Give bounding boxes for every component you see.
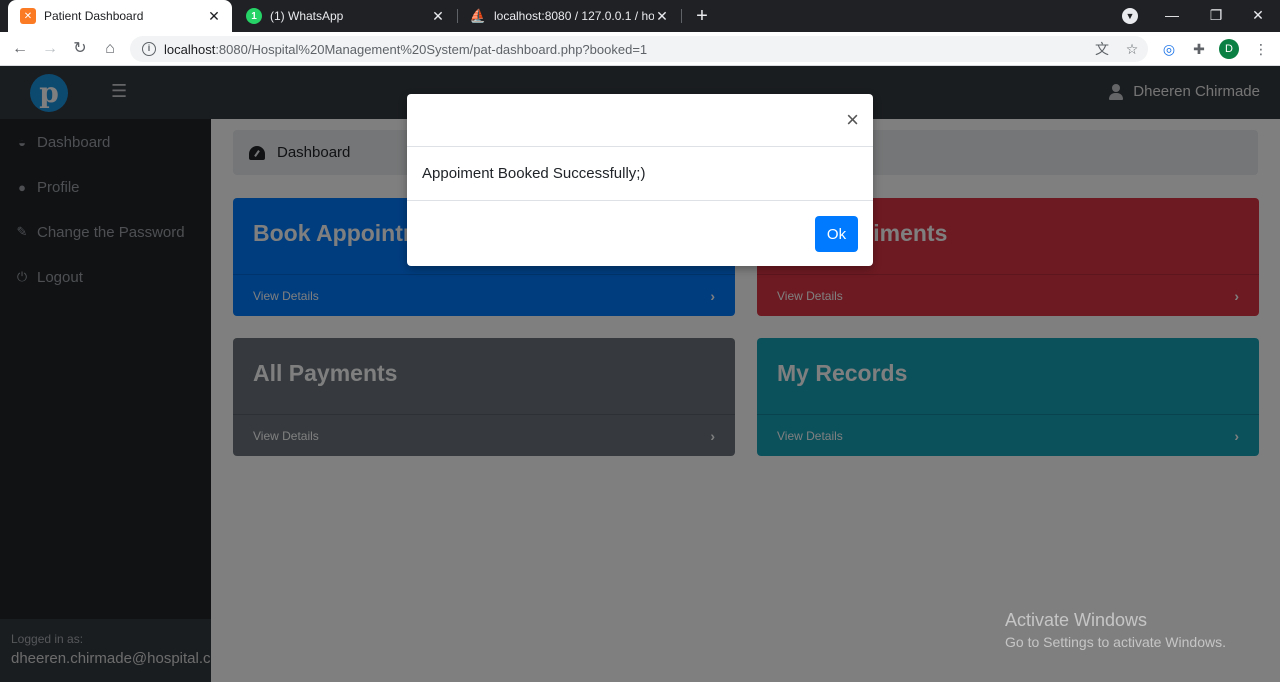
tab-separator	[681, 9, 682, 23]
modal-footer: Ok	[407, 200, 873, 266]
url-host: localhost	[164, 41, 216, 57]
tab-title: localhost:8080 / 127.0.0.1 / hosp	[494, 9, 654, 23]
forward-icon[interactable]: →	[38, 37, 62, 61]
whatsapp-icon: 1	[246, 8, 262, 24]
info-icon[interactable]: i	[142, 42, 156, 56]
close-icon[interactable]: ✕	[430, 8, 446, 25]
tab-whatsapp[interactable]: 1 (1) WhatsApp ✕	[234, 0, 456, 32]
ok-button[interactable]: Ok	[815, 216, 858, 252]
xampp-icon: ✕	[20, 8, 36, 24]
tab-title: (1) WhatsApp	[270, 9, 344, 23]
reload-icon[interactable]: ↻	[68, 37, 92, 61]
restore-button[interactable]: ❐	[1194, 0, 1238, 32]
url-path: :8080/Hospital%20Management%20System/pat…	[215, 41, 648, 57]
address-bar[interactable]: i localhost:8080/Hospital%20Management%2…	[130, 36, 1148, 62]
home-icon[interactable]: ⌂	[98, 37, 122, 61]
watermark-title: Activate Windows	[1005, 610, 1148, 630]
translate-icon[interactable]: 文	[1091, 37, 1113, 61]
tab-title: Patient Dashboard	[44, 9, 144, 23]
tab-patient-dashboard[interactable]: ✕ Patient Dashboard ✕	[8, 0, 232, 32]
phpmyadmin-icon: ⛵	[469, 8, 487, 23]
modal-message: Appoiment Booked Successfully;)	[422, 165, 646, 182]
success-modal: × Appoiment Booked Successfully;) Ok	[407, 94, 873, 266]
puzzle-icon[interactable]: ✚	[1188, 37, 1210, 61]
close-icon[interactable]: ×	[846, 109, 859, 131]
back-icon[interactable]: ←	[8, 37, 32, 61]
minimize-button[interactable]: —	[1150, 0, 1194, 32]
close-icon[interactable]: ✕	[206, 8, 222, 25]
extension-circle-icon[interactable]: ◎	[1158, 37, 1180, 61]
new-tab-button[interactable]: +	[690, 4, 714, 28]
modal-header: ×	[407, 94, 873, 147]
close-icon[interactable]: ✕	[654, 8, 670, 25]
tab-phpmyadmin[interactable]: ⛵ localhost:8080 / 127.0.0.1 / hosp ✕	[458, 0, 680, 32]
profile-avatar[interactable]: D	[1219, 39, 1239, 59]
kebab-menu-icon[interactable]: ⋮	[1250, 37, 1272, 61]
window-close-button[interactable]: ✕	[1236, 0, 1280, 32]
browser-tabstrip: ✕ Patient Dashboard ✕ 1 (1) WhatsApp ✕ ⛵…	[0, 0, 1280, 32]
tab-search-icon[interactable]: ▼	[1122, 8, 1138, 24]
bookmark-star-icon[interactable]: ☆	[1121, 37, 1143, 61]
windows-activation-watermark: Activate Windows Go to Settings to activ…	[1005, 610, 1226, 650]
browser-toolbar: ← → ↻ ⌂ i localhost:8080/Hospital%20Mana…	[0, 32, 1280, 66]
watermark-subtitle: Go to Settings to activate Windows.	[1005, 634, 1226, 650]
